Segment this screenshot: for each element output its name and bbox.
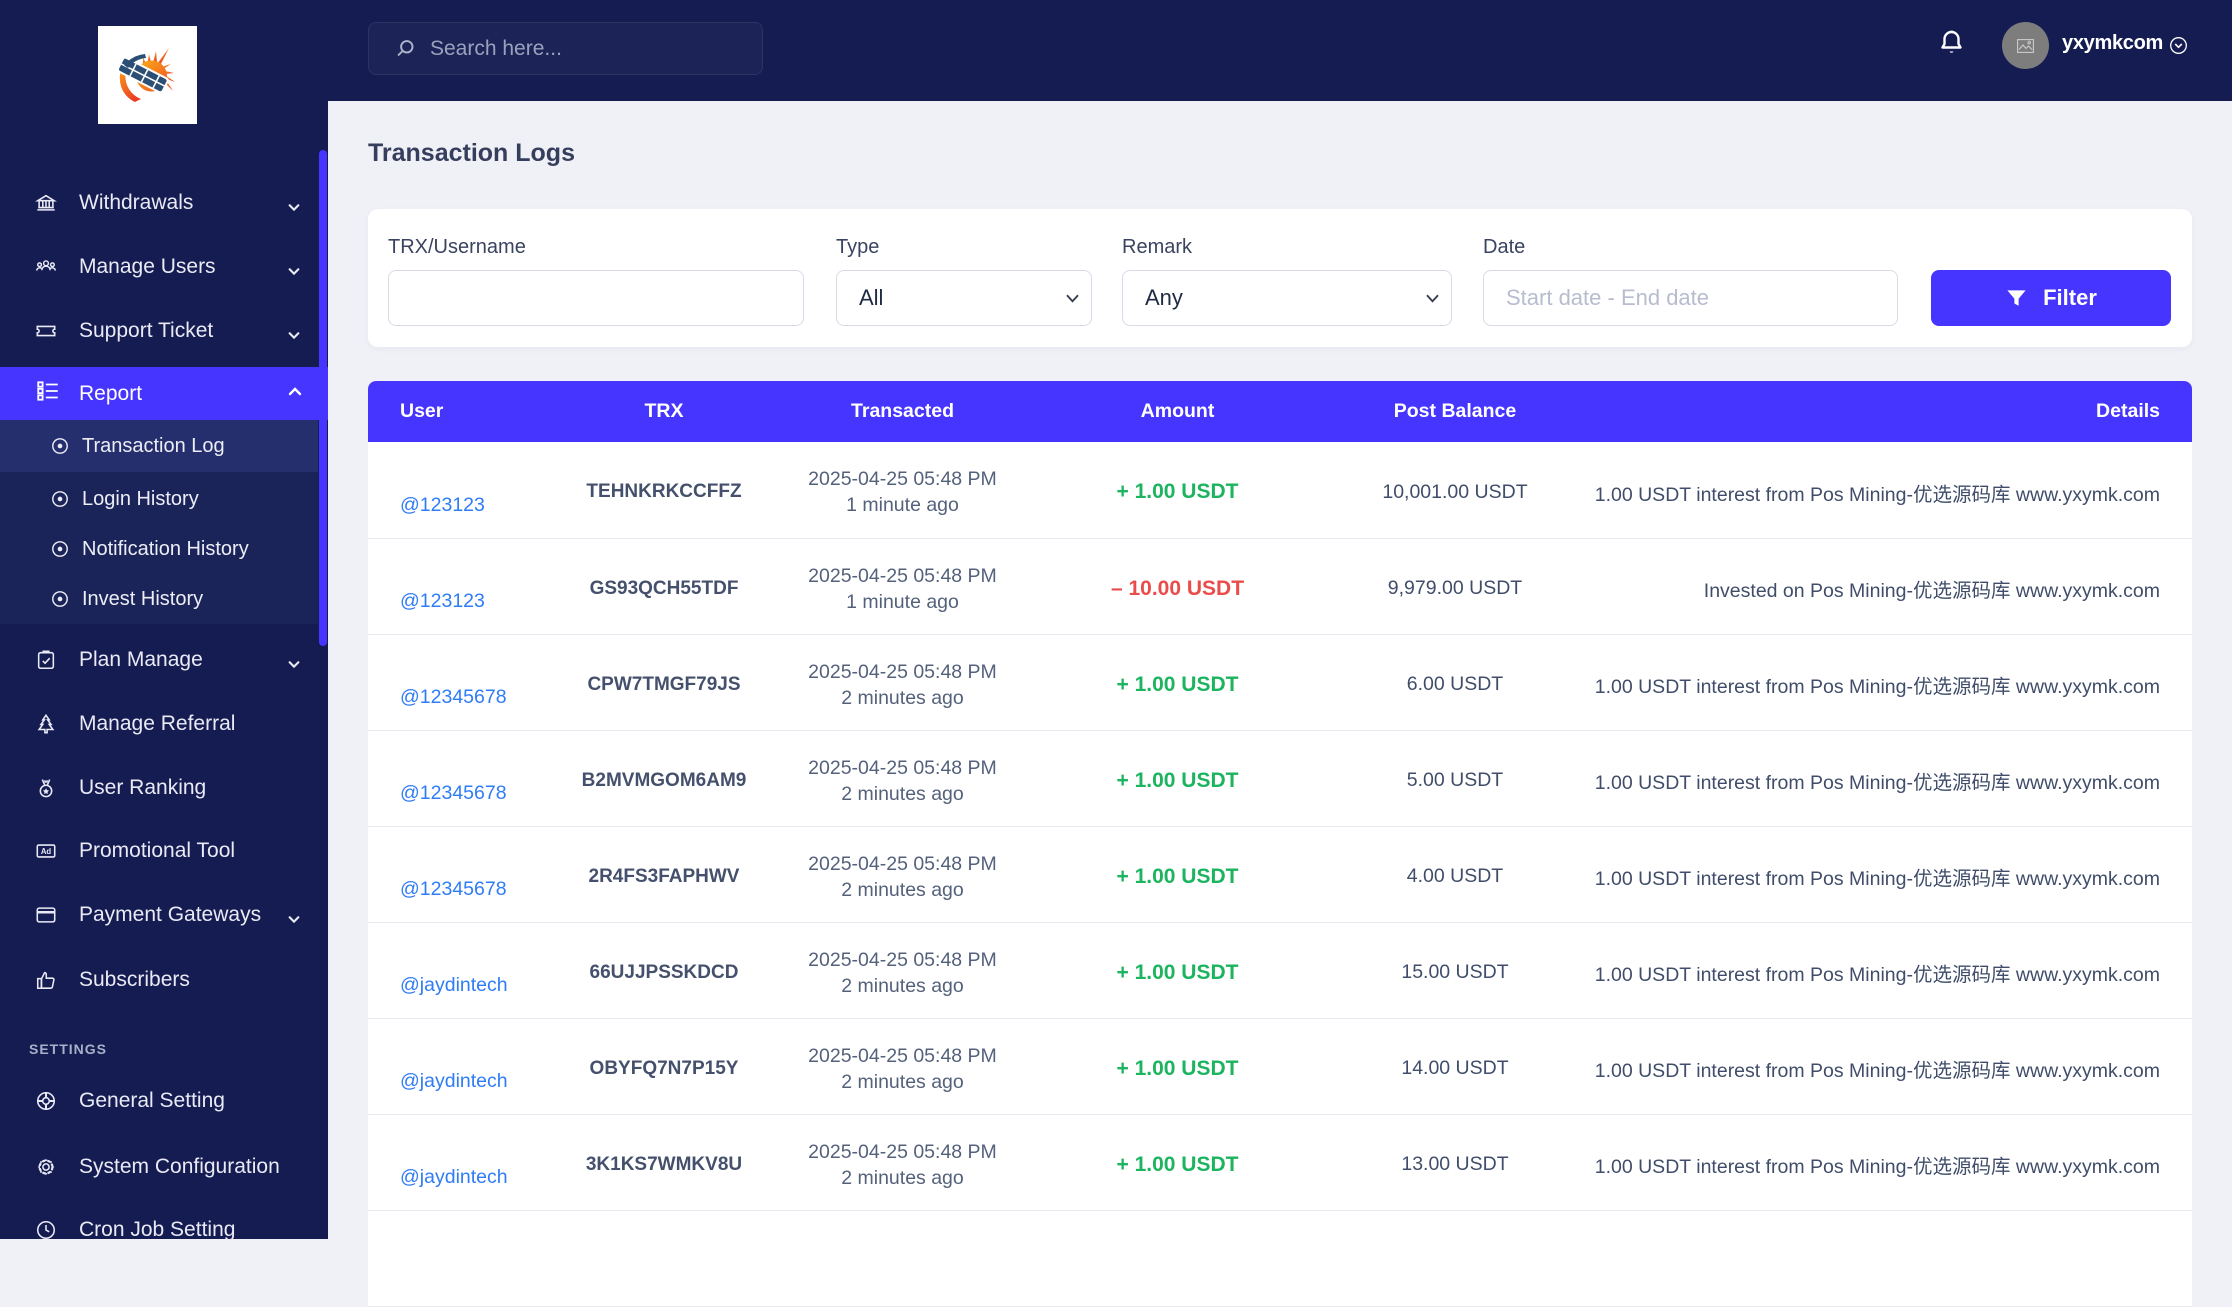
- svg-text:Ad: Ad: [41, 847, 52, 856]
